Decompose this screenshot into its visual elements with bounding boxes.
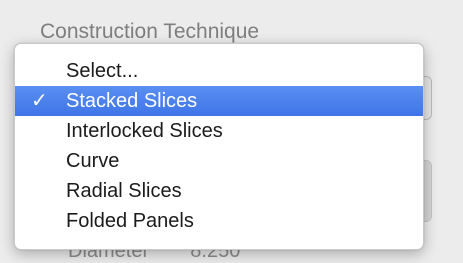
menu-item-curve[interactable]: Curve (15, 146, 423, 176)
menu-item-label: Stacked Slices (66, 90, 198, 112)
menu-item-stacked-slices[interactable]: ✓ Stacked Slices (15, 86, 423, 116)
menu-item-label: Folded Panels (66, 210, 194, 232)
menu-item-folded-panels[interactable]: Folded Panels (15, 206, 423, 236)
menu-item-radial-slices[interactable]: Radial Slices (15, 176, 423, 206)
menu-item-interlocked-slices[interactable]: Interlocked Slices (15, 116, 423, 146)
construction-technique-menu: Select... ✓ Stacked Slices Interlocked S… (14, 43, 424, 250)
menu-item-label: Radial Slices (66, 180, 182, 202)
section-label: Construction Technique (40, 20, 260, 43)
menu-item-label: Curve (66, 150, 120, 172)
menu-item-label: Select... (66, 60, 139, 82)
checkmark-icon: ✓ (31, 90, 48, 112)
menu-item-label: Interlocked Slices (66, 120, 223, 142)
menu-item-select[interactable]: Select... (15, 56, 423, 86)
